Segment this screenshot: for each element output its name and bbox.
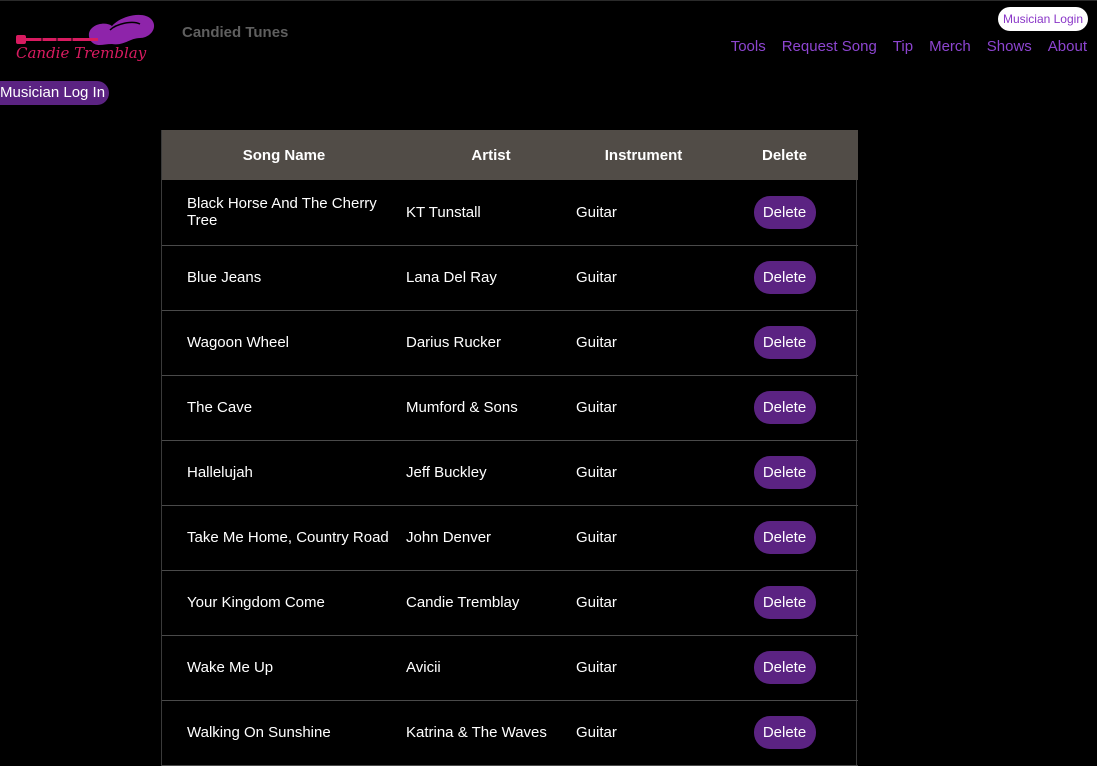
nav-about[interactable]: About — [1048, 38, 1087, 55]
table-row: Walking On Sunshine Katrina & The Waves … — [162, 700, 858, 765]
nav-tip[interactable]: Tip — [893, 38, 913, 55]
song-table: Song Name Artist Instrument Delete Black… — [162, 130, 858, 766]
table-header-row: Song Name Artist Instrument Delete — [162, 130, 858, 180]
header-song-name: Song Name — [242, 146, 326, 164]
cell-song: The Cave — [187, 399, 253, 416]
table-row: Blue Jeans Lana Del Ray Guitar Delete — [162, 245, 858, 310]
cell-artist: Candie Tremblay — [406, 594, 520, 611]
delete-button[interactable]: Delete — [753, 456, 816, 489]
logo[interactable]: Candie Tremblay — [12, 8, 162, 64]
cell-artist: Mumford & Sons — [406, 399, 518, 416]
table-row: The Cave Mumford & Sons Guitar Delete — [162, 375, 858, 440]
cell-song: Hallelujah — [187, 464, 253, 481]
cell-artist: Darius Rucker — [406, 334, 502, 351]
brand-name: Candied Tunes — [182, 24, 289, 41]
nav-shows[interactable]: Shows — [987, 38, 1032, 55]
guitar-logo-icon: Candie Tremblay — [16, 14, 155, 62]
cell-instrument: Guitar — [576, 464, 617, 481]
cell-instrument: Guitar — [576, 203, 617, 221]
header-instrument: Instrument — [604, 146, 683, 164]
table-row: Take Me Home, Country Road John Denver G… — [162, 505, 858, 570]
cell-song: Take Me Home, Country Road — [187, 529, 389, 546]
table-row: Black Horse And The Cherry Tree KT Tunst… — [162, 180, 858, 245]
cell-instrument: Guitar — [576, 269, 617, 286]
header-delete: Delete — [761, 146, 808, 164]
table-row: Hallelujah Jeff Buckley Guitar Delete — [162, 440, 858, 505]
cell-artist: Jeff Buckley — [406, 464, 487, 481]
delete-button[interactable]: Delete — [753, 195, 816, 229]
cell-song: Wake Me Up — [187, 659, 274, 676]
nav-request-song[interactable]: Request Song — [782, 38, 877, 55]
cell-song: Your Kingdom Come — [187, 594, 325, 611]
nav-tools[interactable]: Tools — [731, 38, 766, 55]
cell-song: Wagoon Wheel — [187, 334, 289, 351]
cell-song: Blue Jeans — [187, 269, 262, 286]
musician-log-in-button[interactable]: Musician Log In — [0, 81, 110, 105]
logo-text: Candie Tremblay — [16, 44, 147, 62]
cell-artist: KT Tunstall — [406, 203, 481, 221]
cell-instrument: Guitar — [576, 334, 617, 351]
cell-artist: Avicii — [406, 659, 441, 676]
table-row: Wake Me Up Avicii Guitar Delete — [162, 635, 858, 700]
delete-button[interactable]: Delete — [753, 391, 816, 424]
table-row: Your Kingdom Come Candie Tremblay Guitar… — [162, 570, 858, 635]
cell-artist: Lana Del Ray — [406, 269, 497, 286]
main-nav: Tools Request Song Tip Merch Shows About — [731, 38, 1087, 55]
delete-button[interactable]: Delete — [753, 261, 816, 294]
header-artist: Artist — [471, 146, 511, 164]
cell-instrument: Guitar — [576, 659, 617, 676]
delete-button[interactable]: Delete — [753, 521, 816, 554]
table-row: Wagoon Wheel Darius Rucker Guitar Delete — [162, 310, 858, 375]
cell-song: Walking On Sunshine — [187, 724, 331, 741]
site-header: Candie Tremblay Candied Tunes Musician L… — [0, 0, 1097, 80]
cell-instrument: Guitar — [576, 529, 617, 546]
delete-button[interactable]: Delete — [753, 651, 816, 684]
musician-login-button[interactable]: Musician Login — [997, 7, 1088, 31]
song-table-container: Song Name Artist Instrument Delete Black… — [161, 130, 858, 766]
cell-instrument: Guitar — [576, 594, 617, 611]
delete-button[interactable]: Delete — [753, 326, 816, 359]
cell-artist: Katrina & The Waves — [406, 724, 547, 741]
cell-instrument: Guitar — [576, 724, 617, 741]
delete-button[interactable]: Delete — [753, 586, 816, 619]
cell-song: Black Horse And The Cherry Tree — [187, 195, 377, 230]
cell-instrument: Guitar — [576, 399, 617, 416]
delete-button[interactable]: Delete — [753, 716, 816, 749]
nav-merch[interactable]: Merch — [929, 38, 971, 55]
cell-artist: John Denver — [406, 529, 492, 546]
